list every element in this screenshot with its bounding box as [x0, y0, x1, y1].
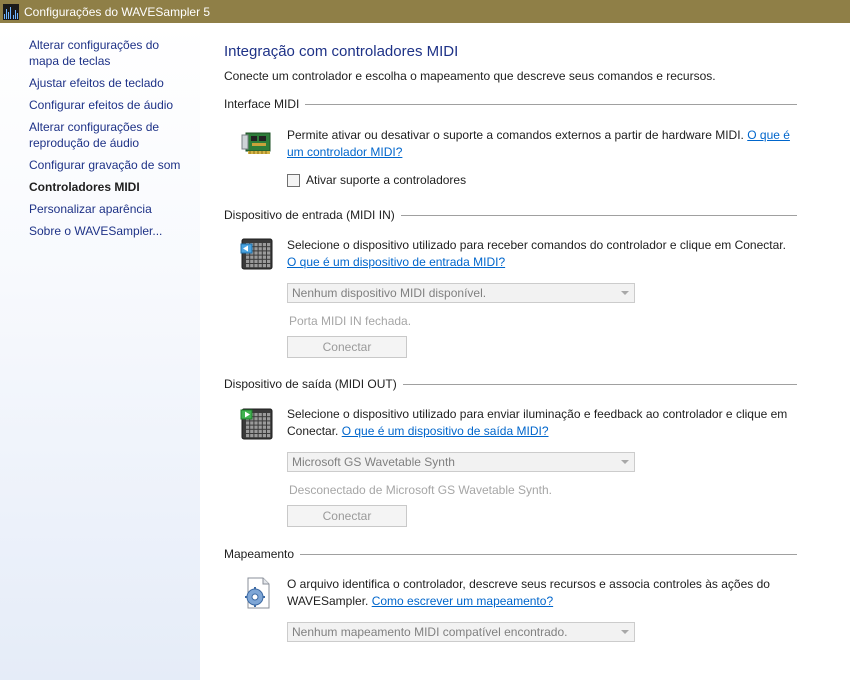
midi-out-description: Selecione o dispositivo utilizado para e…	[287, 406, 797, 440]
select-value: Nenhum dispositivo MIDI disponível.	[292, 286, 487, 300]
section-title: Mapeamento	[224, 547, 295, 561]
section-title: Dispositivo de saída (MIDI OUT)	[224, 377, 397, 391]
connect-midi-in-button[interactable]: Conectar	[287, 336, 407, 358]
checkbox-label[interactable]: Ativar suporte a controladores	[306, 173, 466, 187]
enable-controllers-checkbox[interactable]	[287, 173, 300, 187]
mapping-file-gear-icon	[245, 577, 270, 609]
midi-in-device-select[interactable]: Nenhum dispositivo MIDI disponível.	[287, 283, 635, 303]
section-header-midi-interface: Interface MIDI	[224, 97, 797, 111]
mapping-select[interactable]: Nenhum mapeamento MIDI compatível encont…	[287, 622, 635, 642]
sidebar-item[interactable]: Personalizar aparência	[29, 201, 189, 217]
window-title: Configurações do WAVESampler 5	[24, 4, 211, 19]
section-header-midi-out: Dispositivo de saída (MIDI OUT)	[224, 377, 797, 391]
midi-in-status: Porta MIDI IN fechada.	[289, 314, 412, 328]
section-title: Dispositivo de entrada (MIDI IN)	[224, 208, 395, 222]
section-header-midi-in: Dispositivo de entrada (MIDI IN)	[224, 208, 797, 222]
sidebar-item[interactable]: Controladores MIDI	[29, 179, 189, 195]
page-title: Integração com controladores MIDI	[224, 43, 459, 60]
launchpad-input-icon	[240, 238, 273, 270]
divider	[400, 214, 797, 216]
divider	[402, 383, 797, 385]
sidebar-nav: Alterar configurações do mapa de teclas A…	[0, 23, 200, 239]
midi-out-device-select[interactable]: Microsoft GS Wavetable Synth	[287, 452, 635, 472]
sidebar-item[interactable]: Configurar gravação de som	[29, 157, 189, 173]
sidebar-item[interactable]: Ajustar efeitos de teclado	[29, 75, 189, 91]
sidebar-item[interactable]: Alterar configurações do mapa de teclas	[29, 37, 189, 69]
mapping-description: O arquivo identifica o controlador, desc…	[287, 576, 797, 610]
description-text: Selecione o dispositivo utilizado para r…	[287, 238, 786, 252]
midi-interface-description: Permite ativar ou desativar o suporte a …	[287, 127, 797, 161]
connect-midi-out-button[interactable]: Conectar	[287, 505, 407, 527]
launchpad-output-icon	[240, 408, 273, 440]
how-to-write-mapping-link[interactable]: Como escrever um mapeamento?	[372, 594, 553, 608]
sidebar-item[interactable]: Configurar efeitos de áudio	[29, 97, 189, 113]
divider	[300, 553, 797, 555]
title-bar: Configurações do WAVESampler 5	[0, 0, 850, 23]
sidebar: Alterar configurações do mapa de teclas A…	[0, 23, 200, 680]
divider	[305, 103, 797, 105]
select-value: Microsoft GS Wavetable Synth	[292, 455, 455, 469]
section-title: Interface MIDI	[224, 97, 300, 111]
page-subtitle: Conecte um controlador e escolha o mapea…	[224, 69, 716, 83]
midi-out-status: Desconectado de Microsoft GS Wavetable S…	[289, 483, 553, 497]
enable-controllers-checkbox-row[interactable]: Ativar suporte a controladores	[287, 173, 466, 187]
section-header-mapping: Mapeamento	[224, 547, 797, 561]
midi-card-icon	[241, 132, 271, 154]
what-is-output-device-link[interactable]: O que é um dispositivo de saída MIDI?	[342, 424, 549, 438]
chevron-down-icon	[621, 460, 629, 464]
chevron-down-icon	[621, 630, 629, 634]
sidebar-item[interactable]: Alterar configurações de reprodução de á…	[29, 119, 189, 151]
sidebar-item[interactable]: Sobre o WAVESampler...	[29, 223, 189, 239]
chevron-down-icon	[621, 291, 629, 295]
waveform-app-icon	[3, 3, 19, 20]
description-text: Permite ativar ou desativar o suporte a …	[287, 128, 744, 142]
select-value: Nenhum mapeamento MIDI compatível encont…	[292, 625, 568, 639]
what-is-input-device-link[interactable]: O que é um dispositivo de entrada MIDI?	[287, 255, 505, 269]
midi-in-description: Selecione o dispositivo utilizado para r…	[287, 237, 797, 271]
